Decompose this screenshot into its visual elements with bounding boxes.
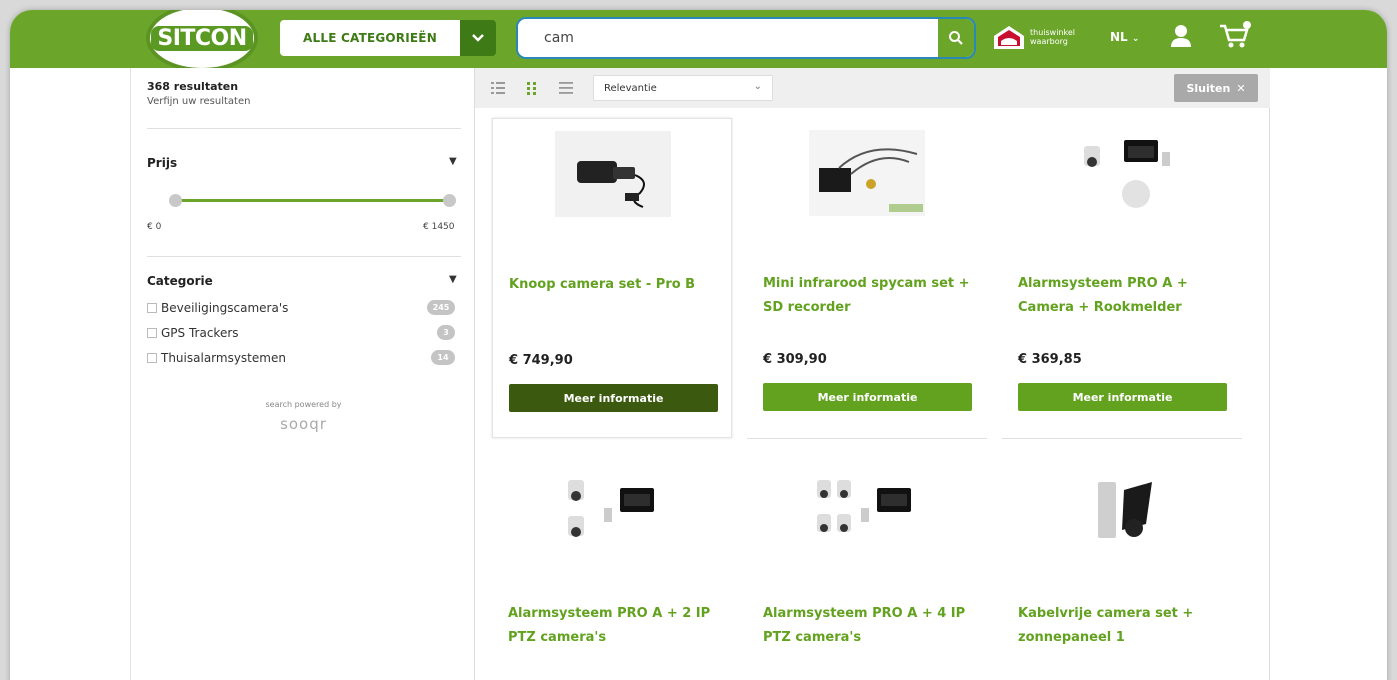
category-count-badge: 14 — [431, 350, 455, 365]
thuiswinkel-badge[interactable]: thuiswinkel waarborg — [992, 24, 1075, 50]
list-detail-view-icon[interactable] — [491, 81, 505, 95]
category-filter-label: GPS Trackers — [161, 326, 239, 340]
price-min-label: € 0 — [147, 222, 162, 232]
site-logo[interactable]: SITCON — [146, 10, 258, 72]
shopping-cart-icon[interactable] — [1218, 20, 1252, 50]
language-label: NL — [1110, 30, 1128, 44]
chevron-down-icon: ⌄ — [753, 81, 762, 92]
checkbox[interactable] — [147, 328, 157, 338]
price-slider-max-handle[interactable] — [443, 194, 456, 207]
chevron-down-icon[interactable]: ▼ — [449, 274, 457, 285]
category-dropdown-label: ALLE CATEGORIEËN — [280, 20, 460, 56]
category-count-badge: 3 — [437, 325, 455, 340]
results-panel: Relevantie ⌄ Sluiten ✕ Knoop camera set … — [475, 68, 1270, 680]
sort-dropdown[interactable]: Relevantie ⌄ — [593, 75, 773, 101]
product-image[interactable] — [554, 468, 670, 554]
browser-frame: SITCON ALLE CATEGORIEËN cam thuiswinkel … — [10, 10, 1387, 680]
chevron-down-icon[interactable] — [460, 20, 496, 56]
list-view-icon[interactable] — [559, 81, 573, 95]
product-title[interactable]: Alarmsysteem PRO A + 2 IP PTZ camera's — [508, 602, 723, 650]
thuiswinkel-line2: waarborg — [1030, 37, 1068, 46]
refine-label: Verfijn uw resultaten — [147, 96, 251, 107]
product-card[interactable]: Kabelvrije camera set + zonnepaneel 1 — [1002, 462, 1242, 680]
search-icon — [949, 31, 963, 45]
divider — [747, 438, 987, 439]
category-filter-item[interactable]: Thuisalarmsystemen — [147, 348, 286, 368]
price-slider-min-handle[interactable] — [169, 194, 182, 207]
price-filter-title[interactable]: Prijs — [147, 156, 177, 170]
search-input[interactable] — [518, 19, 938, 57]
results-count: 368 resultaten — [147, 80, 239, 93]
filter-sidebar: 368 resultaten Verfijn uw resultaten Pri… — [130, 68, 475, 680]
search-bar — [516, 17, 976, 59]
thuiswinkel-line1: thuiswinkel — [1030, 28, 1075, 37]
product-card[interactable]: Alarmsysteem PRO A + Camera + Rookmelder… — [1002, 118, 1242, 439]
close-button-label: Sluiten — [1186, 81, 1231, 95]
thuiswinkel-logo-icon — [994, 26, 1024, 49]
site-header: SITCON ALLE CATEGORIEËN cam thuiswinkel … — [10, 10, 1387, 72]
price-slider-track[interactable] — [175, 199, 449, 202]
sort-dropdown-value: Relevantie — [604, 82, 657, 94]
category-count-badge: 245 — [427, 300, 455, 315]
more-info-button[interactable]: Meer informatie — [1018, 383, 1227, 411]
divider — [147, 256, 461, 257]
close-results-button[interactable]: Sluiten ✕ — [1174, 74, 1258, 102]
price-max-label: € 1450 — [423, 222, 455, 232]
product-image[interactable] — [809, 468, 925, 554]
product-title[interactable]: Kabelvrije camera set + zonnepaneel 1 — [1018, 602, 1233, 650]
product-card[interactable]: Mini infrarood spycam set + SD recorder … — [747, 118, 987, 439]
product-card[interactable]: Knoop camera set - Pro B € 749,90 Meer i… — [492, 118, 732, 438]
category-dropdown[interactable]: ALLE CATEGORIEËN — [280, 20, 496, 56]
category-filter-title[interactable]: Categorie — [147, 274, 213, 288]
product-title[interactable]: Mini infrarood spycam set + SD recorder — [763, 272, 978, 320]
sooqr-logo[interactable]: sooqr — [131, 415, 476, 433]
product-price: € 369,85 — [1018, 352, 1082, 367]
product-card[interactable]: Alarmsysteem PRO A + 4 IP PTZ camera's — [747, 462, 987, 680]
grid-view-icon[interactable] — [525, 81, 539, 95]
product-title[interactable]: Knoop camera set - Pro B — [509, 273, 724, 297]
product-price: € 309,90 — [763, 352, 827, 367]
category-filter-item[interactable]: GPS Trackers — [147, 323, 239, 343]
product-image[interactable] — [555, 131, 671, 217]
product-image[interactable] — [1064, 130, 1180, 216]
search-button[interactable] — [938, 19, 974, 57]
powered-by-label: search powered by — [265, 400, 342, 409]
more-info-button[interactable]: Meer informatie — [763, 383, 972, 411]
more-info-button[interactable]: Meer informatie — [509, 384, 718, 412]
results-toolbar: Relevantie ⌄ Sluiten ✕ — [475, 68, 1270, 108]
chevron-down-icon: ⌄ — [1131, 34, 1140, 44]
category-filter-label: Thuisalarmsystemen — [161, 351, 286, 365]
product-title[interactable]: Alarmsysteem PRO A + Camera + Rookmelder — [1018, 272, 1233, 320]
product-title[interactable]: Alarmsysteem PRO A + 4 IP PTZ camera's — [763, 602, 978, 650]
divider — [147, 128, 461, 129]
divider — [1002, 438, 1242, 439]
product-card[interactable]: Alarmsysteem PRO A + 2 IP PTZ camera's — [492, 462, 732, 680]
chevron-down-icon[interactable]: ▼ — [449, 156, 457, 167]
checkbox[interactable] — [147, 303, 157, 313]
product-image[interactable] — [1064, 468, 1180, 554]
language-selector[interactable]: NL ⌄ — [1110, 30, 1139, 44]
category-filter-item[interactable]: Beveiligingscamera's — [147, 298, 288, 318]
close-icon: ✕ — [1236, 81, 1246, 95]
product-price: € 749,90 — [509, 353, 573, 368]
user-account-icon[interactable] — [1170, 24, 1192, 48]
logo-text: SITCON — [151, 25, 253, 51]
product-image[interactable] — [809, 130, 925, 216]
checkbox[interactable] — [147, 353, 157, 363]
category-filter-label: Beveiligingscamera's — [161, 301, 289, 315]
